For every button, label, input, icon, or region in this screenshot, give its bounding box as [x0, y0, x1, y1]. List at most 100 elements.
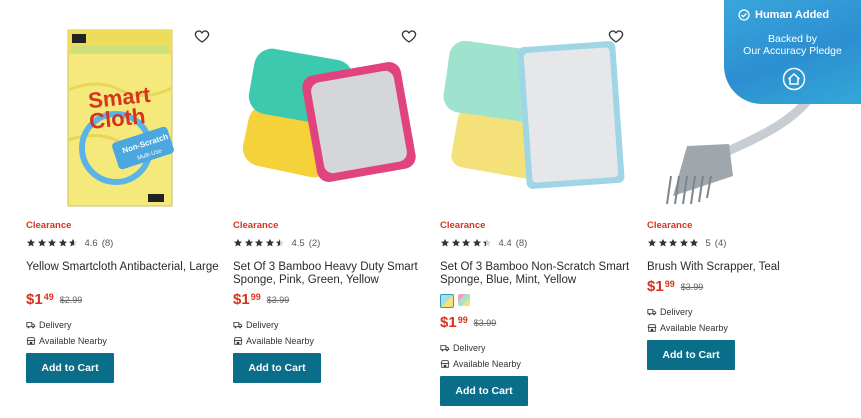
add-to-cart-button[interactable]: Add to Cart	[233, 353, 321, 383]
review-count: (8)	[101, 237, 114, 249]
price: $ 1 99 $3.99	[647, 279, 703, 295]
badge-line-2: Our Accuracy Pledge	[743, 45, 842, 57]
star-icon	[275, 238, 285, 247]
rating[interactable]: 4.4 (8)	[440, 237, 527, 249]
original-price: $3.99	[473, 318, 497, 328]
rating-value: 4.4	[498, 237, 512, 249]
price-currency: $	[233, 291, 242, 308]
swatch[interactable]	[458, 294, 470, 306]
product-card[interactable]: Clearance 4.4 (8) Set Of 3 Bamboo Non-Sc…	[440, 0, 640, 418]
star-icon	[244, 238, 253, 247]
add-to-cart-button[interactable]: Add to Cart	[26, 353, 114, 383]
price: $ 1 99 $3.99	[440, 315, 496, 331]
star-icon	[482, 238, 492, 247]
clearance-label: Clearance	[26, 220, 72, 231]
star-icon	[451, 238, 460, 247]
delivery-option: Delivery	[233, 320, 279, 330]
star-icon	[647, 238, 657, 247]
truck-icon	[26, 322, 36, 329]
store-icon	[233, 337, 243, 345]
price-currency: $	[647, 278, 656, 295]
nearby-label: Available Nearby	[246, 336, 314, 346]
color-swatches	[440, 294, 474, 308]
product-name[interactable]: Yellow Smartcloth Antibacterial, Large	[26, 261, 226, 274]
product-image[interactable]	[233, 26, 421, 212]
clearance-label: Clearance	[647, 220, 693, 231]
star-rating	[647, 238, 700, 248]
star-icon	[26, 238, 36, 247]
accuracy-pledge-badge[interactable]: Human Added Backed by Our Accuracy Pledg…	[724, 0, 861, 104]
rating-value: 5	[705, 237, 711, 249]
price-main: 1	[241, 291, 250, 308]
star-rating	[233, 238, 286, 248]
heart-outline-icon[interactable]	[608, 28, 624, 44]
delivery-label: Delivery	[246, 320, 279, 330]
product-name[interactable]: Set Of 3 Bamboo Non-Scratch Smart Sponge…	[440, 261, 640, 287]
original-price: $3.99	[266, 295, 290, 305]
home-circle-icon	[782, 67, 806, 91]
store-icon	[26, 337, 36, 345]
rating[interactable]: 4.5 (2)	[233, 237, 320, 249]
star-icon	[461, 238, 471, 247]
product-card[interactable]: Clearance 4.5 (2) Set Of 3 Bamboo Heavy …	[233, 0, 433, 418]
nearby-label: Available Nearby	[453, 359, 521, 369]
price-main: 1	[655, 278, 664, 295]
review-count: (8)	[515, 237, 528, 249]
badge-line-1: Backed by	[767, 33, 818, 45]
product-image[interactable]: Smart Cloth Non-Scratch Multi-Use	[26, 26, 214, 212]
heart-outline-icon[interactable]	[194, 28, 210, 44]
product-image[interactable]	[440, 26, 628, 212]
delivery-label: Delivery	[39, 320, 72, 330]
price-currency: $	[440, 314, 449, 331]
rating[interactable]: 5 (4)	[647, 237, 726, 249]
star-icon	[233, 238, 243, 247]
star-icon	[68, 238, 78, 247]
price-currency: $	[26, 291, 35, 308]
product-card[interactable]: Smart Cloth Non-Scratch Multi-Use Cleara…	[26, 0, 226, 418]
heart-outline-icon[interactable]	[401, 28, 417, 44]
star-icon	[440, 238, 450, 247]
star-icon	[658, 238, 667, 247]
badge-subtitle: Backed by Our Accuracy Pledge	[724, 33, 861, 57]
nearby-option: Available Nearby	[233, 336, 314, 346]
delivery-label: Delivery	[453, 343, 486, 353]
add-to-cart-button[interactable]: Add to Cart	[440, 376, 528, 406]
badge-header: Human Added	[738, 9, 829, 21]
original-price: $2.99	[59, 295, 83, 305]
product-name[interactable]: Set Of 3 Bamboo Heavy Duty Smart Sponge,…	[233, 261, 433, 287]
star-icon	[472, 238, 481, 247]
nearby-option: Available Nearby	[647, 323, 728, 333]
price: $ 1 99 $3.99	[233, 292, 289, 308]
truck-icon	[233, 322, 243, 329]
price-main: 1	[34, 291, 43, 308]
price-cents: 99	[250, 292, 261, 302]
swatch-selected[interactable]	[440, 294, 454, 308]
check-circle-icon	[738, 9, 750, 21]
price-cents: 99	[664, 279, 675, 289]
store-icon	[440, 360, 450, 368]
delivery-label: Delivery	[660, 307, 693, 317]
star-icon	[668, 238, 678, 247]
price-main: 1	[448, 314, 457, 331]
badge-title: Human Added	[755, 9, 830, 21]
store-icon	[647, 324, 657, 332]
delivery-option: Delivery	[26, 320, 72, 330]
product-name[interactable]: Brush With Scrapper, Teal	[647, 261, 847, 274]
clearance-label: Clearance	[233, 220, 279, 231]
truck-icon	[440, 345, 450, 352]
rating[interactable]: 4.6 (8)	[26, 237, 113, 249]
star-icon	[37, 238, 46, 247]
price: $ 1 49 $2.99	[26, 292, 82, 308]
nearby-label: Available Nearby	[660, 323, 728, 333]
star-icon	[265, 238, 274, 247]
original-price: $3.99	[680, 282, 704, 292]
price-cents: 99	[457, 315, 468, 325]
review-count: (4)	[714, 237, 727, 249]
star-icon	[47, 238, 57, 247]
delivery-option: Delivery	[440, 343, 486, 353]
delivery-option: Delivery	[647, 307, 693, 317]
star-icon	[254, 238, 264, 247]
truck-icon	[647, 309, 657, 316]
price-cents: 49	[43, 292, 54, 302]
add-to-cart-button[interactable]: Add to Cart	[647, 340, 735, 370]
